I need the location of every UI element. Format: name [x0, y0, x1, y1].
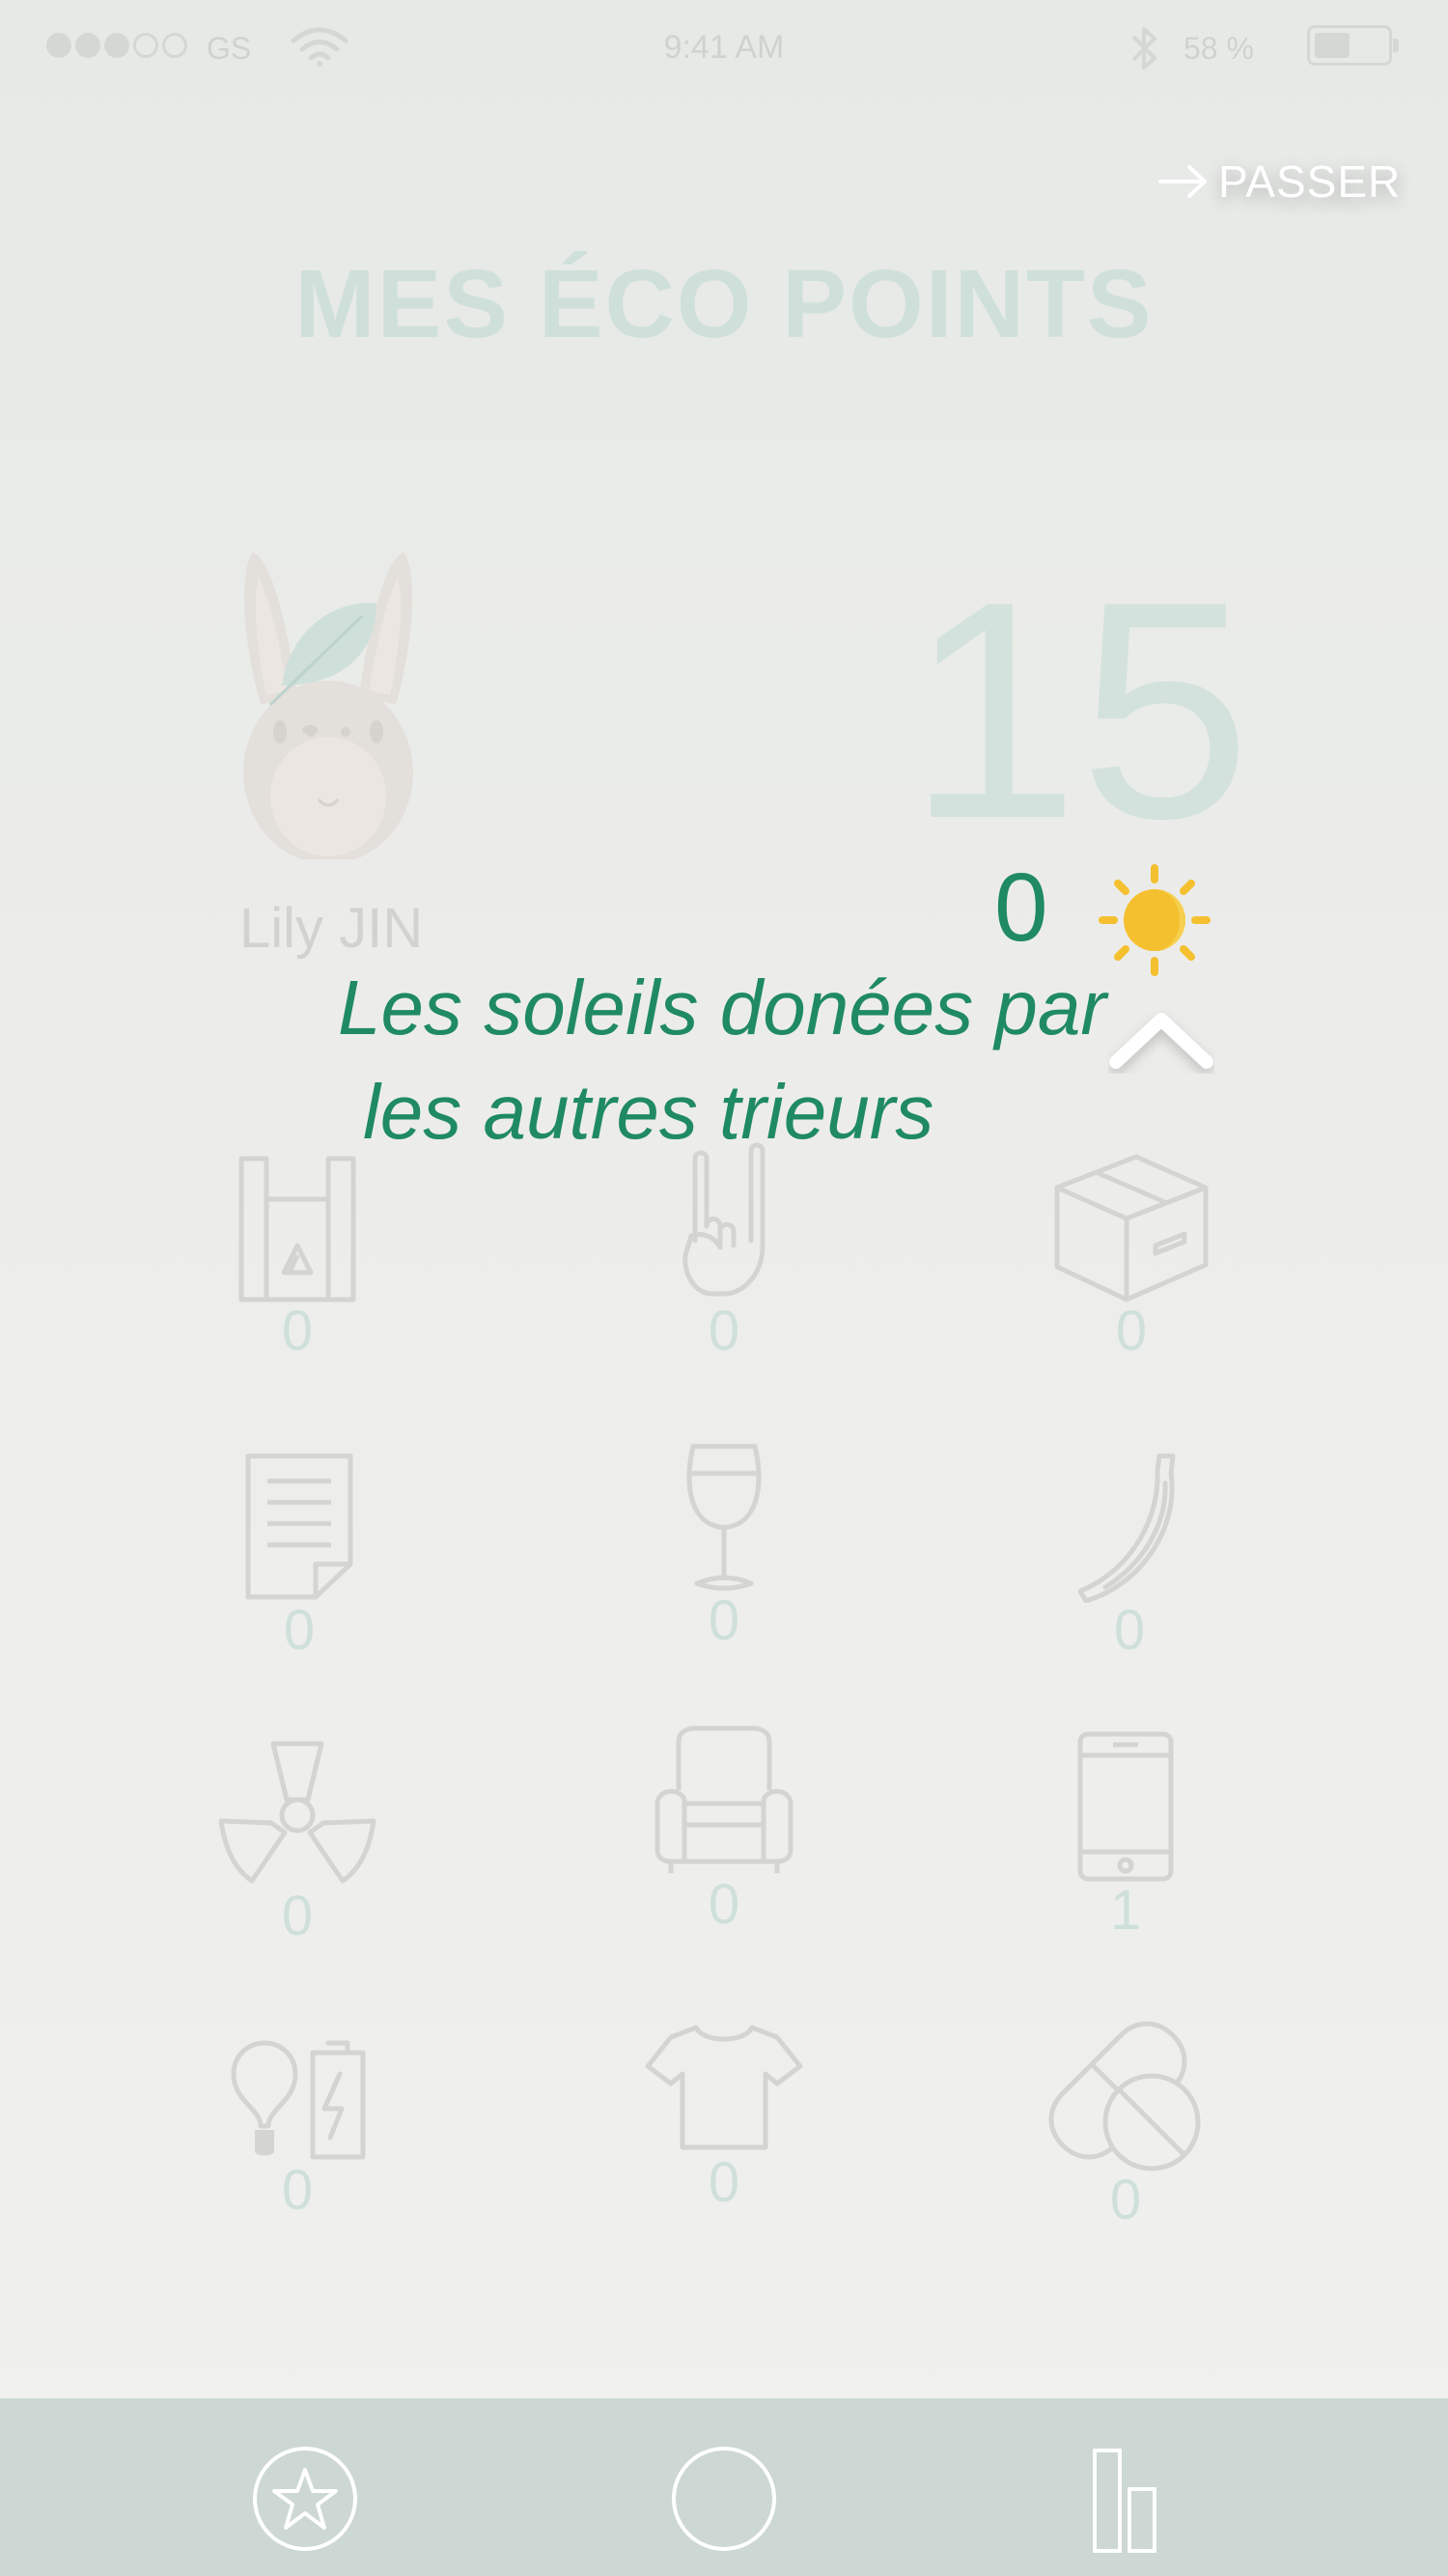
- paper-document-icon: [245, 1453, 353, 1600]
- category-glass[interactable]: 0: [608, 1439, 840, 1649]
- category-count: 0: [281, 1885, 314, 1947]
- star-circle-icon: [253, 2447, 357, 2551]
- category-count: 0: [1115, 1300, 1148, 1362]
- tab-favorites[interactable]: [247, 2441, 363, 2557]
- category-count: 0: [708, 1589, 740, 1652]
- arrow-right-icon: [1158, 165, 1207, 198]
- category-count: 0: [1113, 1599, 1146, 1662]
- pills-icon: [1048, 2021, 1201, 2171]
- rabbit-avatar: [243, 552, 413, 859]
- category-organic[interactable]: 0: [1014, 1448, 1245, 1659]
- bar-chart-icon: [1093, 2449, 1156, 2553]
- skip-button[interactable]: PASSER: [1158, 153, 1401, 210]
- wine-glass-icon: [686, 1443, 762, 1591]
- category-paper[interactable]: 0: [183, 1448, 415, 1659]
- tooltip-caret-icon: [1109, 1013, 1213, 1069]
- category-medicine[interactable]: 0: [1010, 2018, 1241, 2228]
- skip-label: PASSER: [1218, 156, 1402, 207]
- category-count: 0: [1109, 2169, 1142, 2231]
- cardboard-box-icon: [1054, 1154, 1209, 1302]
- category-count: 0: [708, 1300, 740, 1362]
- rock-hand-icon: [682, 1142, 766, 1297]
- category-hand[interactable]: 0: [608, 1139, 840, 1359]
- battery-percent: 58 %: [1183, 31, 1254, 66]
- status-bar: GS 9:41 AM 58 %: [0, 0, 1448, 97]
- tshirt-icon: [645, 2025, 803, 2150]
- category-count: 0: [281, 1300, 314, 1362]
- smartphone-icon: [1077, 1731, 1174, 1882]
- user-name: Lily JIN: [239, 897, 424, 960]
- tab-stats[interactable]: [1075, 2441, 1191, 2557]
- radioactive-icon: [218, 1741, 376, 1884]
- eco-points-total: 15: [907, 537, 1251, 882]
- category-count: 1: [1109, 1879, 1142, 1942]
- category-count: 0: [283, 1599, 316, 1662]
- category-clothes[interactable]: 0: [608, 2020, 840, 2211]
- armchair-icon: [654, 1725, 794, 1873]
- category-furniture[interactable]: 0: [608, 1722, 840, 1933]
- sun-icon: [1099, 864, 1211, 976]
- sun-count: 0: [994, 854, 1048, 962]
- page-title: MES ÉCO POINTS: [294, 250, 1154, 358]
- battery-icon: [1307, 25, 1399, 66]
- category-count: 0: [708, 1873, 740, 1936]
- category-count: 0: [708, 2151, 740, 2214]
- circle-icon: [672, 2447, 776, 2551]
- category-hazardous[interactable]: 0: [181, 1734, 413, 1945]
- tab-bar: [0, 2398, 1448, 2576]
- category-bulbs-batteries[interactable]: 0: [181, 2037, 413, 2219]
- tab-home[interactable]: [666, 2441, 782, 2557]
- bluetooth-icon: [1131, 27, 1156, 70]
- category-cardboard[interactable]: 0: [1016, 1149, 1247, 1359]
- sun-tooltip: Les soleils donées par les autres trieur…: [338, 956, 1106, 1164]
- category-count: 0: [281, 2159, 314, 2222]
- tooltip-line-1: Les soleils donées par: [338, 965, 1107, 1050]
- category-plastic[interactable]: 0: [181, 1149, 413, 1359]
- banana-icon: [1077, 1453, 1176, 1603]
- bulb-battery-icon: [231, 2040, 366, 2160]
- plastic-bag-icon: [238, 1156, 356, 1302]
- category-electronics[interactable]: 1: [1010, 1728, 1241, 1939]
